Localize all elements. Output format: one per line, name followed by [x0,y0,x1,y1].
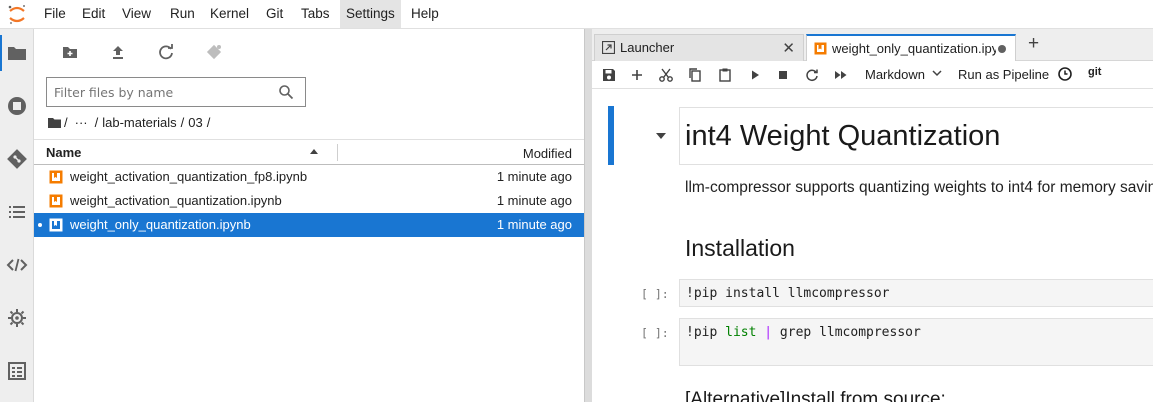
panel-splitter[interactable] [584,29,592,402]
notebook-icon [49,194,63,208]
run-as-pipeline-button[interactable]: Run as Pipeline [958,67,1049,82]
tab-bar: Launcher ✕ weight_only_quantization.ipyn… [592,29,1153,62]
menu-run[interactable]: Run [164,0,201,28]
cell-type-dropdown[interactable]: Markdown [865,67,925,82]
menu-view[interactable]: View [116,0,157,28]
file-name: weight_activation_quantization.ipynb [70,193,282,208]
run-icon[interactable] [746,66,764,84]
cut-icon[interactable] [657,66,675,84]
upload-icon[interactable] [106,40,130,64]
file-browser: / ··· / lab-materials / 03 / Name Modifi… [34,29,584,402]
breadcrumb-ellipsis[interactable]: ··· [75,115,88,130]
search-icon[interactable] [278,84,294,100]
menu-kernel[interactable]: Kernel [204,0,255,28]
code-token: !pip [686,325,726,340]
folder-icon[interactable] [6,42,28,64]
code-operator: | [764,325,773,340]
intro-paragraph: llm-compressor supports quantizing weigh… [685,179,1153,196]
notebook-icon [49,218,63,232]
home-folder-icon[interactable] [48,117,61,128]
code-icon[interactable] [6,254,28,276]
launcher-icon [602,41,615,54]
git-clone-icon[interactable] [202,40,226,64]
paste-icon[interactable] [716,66,734,84]
tab-notebook[interactable]: weight_only_quantization.ipynb [806,34,1016,62]
filter-files-input[interactable] [47,78,277,106]
code-cell[interactable]: !pip list | grep llmcompressor [679,318,1153,366]
menu-help[interactable]: Help [405,0,445,28]
git-diff-button[interactable]: git [1088,66,1101,78]
name-column-header[interactable]: Name [46,145,81,160]
copy-icon[interactable] [686,66,704,84]
menu-git[interactable]: Git [260,0,289,28]
breadcrumb-03[interactable]: 03 [188,115,202,130]
stop-icon[interactable] [774,66,792,84]
code-line: !pip list | grep llmcompressor [686,325,921,340]
menu-bar: File Edit View Run Kernel Git Tabs Setti… [0,0,1153,29]
heading-1: int4 Weight Quantization [685,120,1001,152]
file-modified: 1 minute ago [496,169,572,184]
code-token: grep llmcompressor [772,325,921,340]
breadcrumb-separator: / [94,114,99,130]
run-all-icon[interactable] [832,66,850,84]
save-icon[interactable] [600,66,618,84]
clock-icon[interactable] [1057,66,1073,82]
menu-settings[interactable]: Settings [340,0,401,28]
breadcrumb: / ··· / lab-materials / 03 / [48,114,214,130]
file-row[interactable]: weight_activation_quantization.ipynb 1 m… [34,189,584,213]
refresh-icon[interactable] [154,40,178,64]
close-icon[interactable]: ✕ [782,39,795,57]
file-name: weight_activation_quantization_fp8.ipynb [70,169,308,184]
column-divider[interactable] [337,144,338,161]
menu-file[interactable]: File [38,0,72,28]
file-modified: 1 minute ago [496,217,572,232]
code-line: !pip install llmcompressor [686,286,890,301]
heading-2: Installation [685,235,795,261]
heading-3: [Alternative]Install from source: [685,389,946,402]
sort-ascending-icon[interactable] [310,149,318,154]
restart-icon[interactable] [803,66,821,84]
breadcrumb-separator: / [180,114,185,130]
cell-prompt: [ ]: [641,287,669,301]
breadcrumb-root[interactable]: / [64,115,68,130]
tab-label: weight_only_quantization.ipynb [832,41,996,56]
modified-column-header[interactable]: Modified [523,146,572,161]
running-indicator [38,223,42,227]
active-indicator [0,35,2,71]
menu-tabs[interactable]: Tabs [295,0,336,28]
add-cell-icon[interactable] [628,66,646,84]
filter-box [46,77,306,107]
file-row[interactable]: weight_activation_quantization_fp8.ipynb… [34,165,584,189]
code-cell[interactable]: !pip install llmcompressor [679,279,1153,307]
notebook-panel: int4 Weight Quantization llm-compressor … [592,89,1153,402]
unsaved-dot-icon[interactable] [998,45,1006,53]
activity-bar [0,29,34,402]
running-icon[interactable] [6,95,28,117]
cell-prompt: [ ]: [641,326,669,340]
file-list-header: Name Modified [34,139,584,165]
breadcrumb-lab-materials[interactable]: lab-materials [102,115,176,130]
chevron-down-icon[interactable] [931,67,943,79]
breadcrumb-separator: / [206,114,211,130]
add-tab-button[interactable]: + [1020,33,1047,56]
extension-icon[interactable] [6,307,28,329]
git-icon[interactable] [6,148,28,170]
code-keyword: list [725,325,757,340]
notebook-icon [814,42,827,55]
tab-label: Launcher [620,40,675,55]
new-folder-icon[interactable] [58,40,82,64]
toc-icon[interactable] [6,201,28,223]
active-cell-indicator[interactable] [608,106,614,165]
tab-launcher[interactable]: Launcher ✕ [594,34,804,61]
notebook-icon [49,170,63,184]
file-name: weight_only_quantization.ipynb [70,217,251,232]
collapse-heading-icon[interactable] [656,133,666,139]
jupyter-logo-icon[interactable] [6,3,28,25]
property-inspector-icon[interactable] [6,360,28,382]
menu-edit[interactable]: Edit [76,0,111,28]
file-modified: 1 minute ago [496,193,572,208]
file-row-selected[interactable]: weight_only_quantization.ipynb 1 minute … [34,213,584,237]
notebook-toolbar: Markdown Run as Pipeline git [592,61,1153,89]
